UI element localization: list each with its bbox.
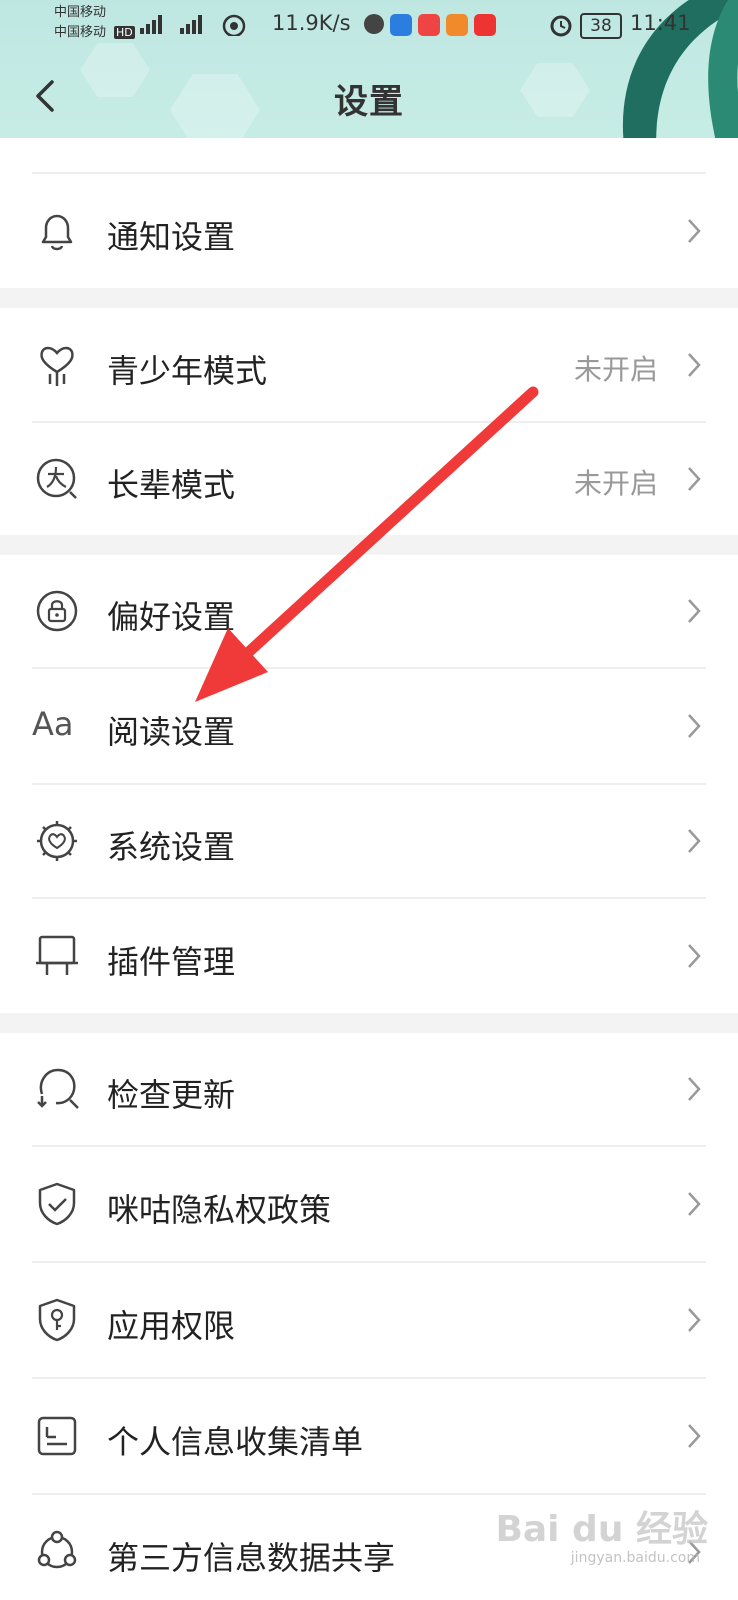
settings-item-label: 通知设置 xyxy=(107,218,236,256)
lock-circle-icon xyxy=(36,590,78,632)
shield-key-icon xyxy=(38,1298,76,1342)
settings-item-label: 咪咕隐私权政策 xyxy=(107,1191,332,1229)
chevron-right-icon xyxy=(688,219,701,243)
status-value: 未开启 xyxy=(573,353,658,386)
chevron-right-icon xyxy=(688,1424,701,1448)
bell-icon xyxy=(41,214,73,251)
shield-check-icon xyxy=(38,1182,76,1226)
watermark-url: jingyan.baidu.com xyxy=(570,1550,700,1566)
page-title: 设置 xyxy=(334,82,404,122)
section-gap xyxy=(0,535,738,555)
settings-list: 通知设置 青少年模式 未开启 长辈模式 未开启 偏好设置 Aa 阅读设置 系统设… xyxy=(0,138,738,1600)
settings-item-label: 系统设置 xyxy=(107,828,236,866)
chevron-right-icon xyxy=(688,467,701,491)
carrier-2: 中国移动 xyxy=(54,25,107,40)
signal-icon xyxy=(140,14,246,36)
section-gap xyxy=(0,288,738,308)
update-icon xyxy=(37,1068,79,1109)
chevron-right-icon xyxy=(688,829,701,853)
plugin-icon xyxy=(36,935,78,975)
settings-item-label: 检查更新 xyxy=(107,1076,236,1114)
settings-item-reading[interactable]: Aa 阅读设置 xyxy=(0,669,738,783)
settings-item-notifications[interactable]: 通知设置 xyxy=(0,174,738,288)
settings-item-label: 偏好设置 xyxy=(107,598,236,636)
chevron-right-icon xyxy=(688,944,701,968)
settings-item-elder-mode[interactable]: 长辈模式 未开启 xyxy=(0,423,738,535)
settings-item-label: 第三方信息数据共享 xyxy=(107,1539,396,1577)
settings-item-preferences[interactable]: 偏好设置 xyxy=(0,555,738,667)
chevron-right-icon xyxy=(688,599,701,623)
alarm-icon xyxy=(550,15,572,37)
id-card-icon xyxy=(37,1416,77,1456)
status-bar: 中国移动 中国移动 HD 11.9K/s 38 11:41 xyxy=(0,0,738,50)
settings-item-label: 个人信息收集清单 xyxy=(107,1423,364,1461)
chevron-right-icon xyxy=(688,714,701,738)
settings-item-label: 应用权限 xyxy=(107,1307,236,1345)
chevron-right-icon xyxy=(688,1308,701,1332)
carrier-1: 中国移动 xyxy=(54,5,107,20)
gear-heart-icon xyxy=(37,821,77,861)
settings-item-system[interactable]: 系统设置 xyxy=(0,785,738,897)
network-speed: 11.9K/s xyxy=(272,11,351,35)
section-gap xyxy=(0,1013,738,1033)
watermark-logo: Bai du 经验 xyxy=(495,1509,708,1550)
share-nodes-icon xyxy=(37,1530,77,1569)
settings-item-teen-mode[interactable]: 青少年模式 未开启 xyxy=(0,308,738,422)
settings-item-privacy-policy[interactable]: 咪咕隐私权政策 xyxy=(0,1147,738,1261)
settings-item-label: 插件管理 xyxy=(107,943,236,981)
settings-item-label: 青少年模式 xyxy=(107,352,268,390)
settings-item-personal-info-list[interactable]: 个人信息收集清单 xyxy=(0,1379,738,1493)
battery-level: 38 xyxy=(590,16,612,36)
battery-icon: 38 xyxy=(580,13,622,39)
settings-item-label: 长辈模式 xyxy=(107,466,236,504)
status-value: 未开启 xyxy=(573,467,658,500)
chevron-right-icon xyxy=(688,1192,701,1216)
hd-badge-icon: HD xyxy=(114,26,135,39)
settings-item-label: 阅读设置 xyxy=(107,713,236,751)
heart-sprout-icon xyxy=(40,346,74,386)
chevron-right-icon xyxy=(688,353,701,377)
settings-item-app-permissions[interactable]: 应用权限 xyxy=(0,1263,738,1377)
font-aa-icon: Aa xyxy=(32,705,74,743)
app-notification-icons xyxy=(364,14,496,36)
settings-item-plugins[interactable]: 插件管理 xyxy=(0,899,738,1013)
header-bar: 中国移动 中国移动 HD 11.9K/s 38 11:41 设置 xyxy=(0,0,738,138)
elder-icon xyxy=(36,458,77,499)
settings-item-check-update[interactable]: 检查更新 xyxy=(0,1033,738,1145)
clock: 11:41 xyxy=(630,11,691,35)
chevron-right-icon xyxy=(688,1077,701,1101)
